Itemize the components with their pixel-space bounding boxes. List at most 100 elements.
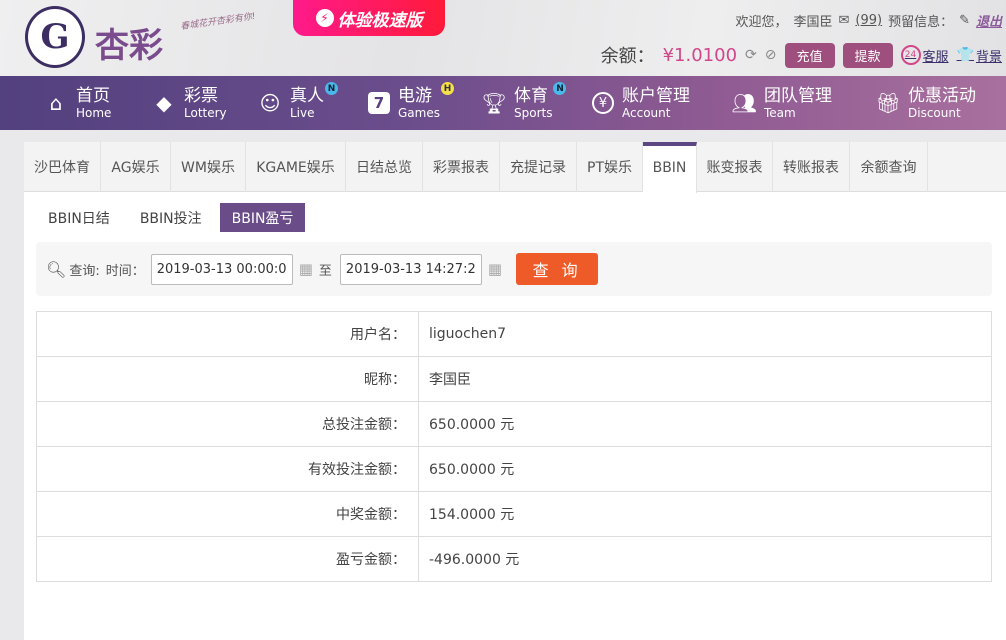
background-label: 背景 xyxy=(975,49,1002,65)
dealer-icon: ☺ xyxy=(259,91,281,115)
nav-sublabel: Account xyxy=(622,105,671,120)
table-row: 总投注金额： 650.0000 元 xyxy=(36,401,992,447)
row-value: 650.0000 元 xyxy=(418,401,992,447)
badge-n: N xyxy=(325,82,338,95)
yen-coin-icon: ¥ xyxy=(592,92,614,114)
query-button[interactable]: 查 询 xyxy=(516,253,599,285)
logo-text: 杏彩 xyxy=(95,26,163,66)
hide-eye-icon[interactable]: ⊘ xyxy=(765,47,777,63)
recharge-button[interactable]: 充值 xyxy=(784,42,835,68)
speed-version-button[interactable]: ⚡ 体验极速版 xyxy=(293,0,445,36)
logout-link[interactable]: 退出 xyxy=(976,11,1002,30)
nav-item-sports[interactable]: 🏆︎ 体育 Sports N xyxy=(481,76,567,130)
shirt-icon: 👕 xyxy=(956,47,974,63)
nav-label: 体育 xyxy=(514,85,548,106)
main-nav: ⌂ 首页 Home ◆ 彩票 Lottery ☺ 真人 Live N 7 电游 Games H 🏆︎ 体育 Sp… xyxy=(0,76,1006,130)
nav-label: 电游 xyxy=(398,85,432,106)
nav-item-account[interactable]: ¥ 账户管理 Account xyxy=(592,76,690,130)
withdraw-button[interactable]: 提款 xyxy=(842,42,893,68)
mail-icon[interactable]: ✉ xyxy=(838,13,849,28)
table-row: 用户名： liguochen7 xyxy=(36,311,992,357)
tab-4[interactable]: 日结总览 xyxy=(346,142,423,192)
report-tabs: 沙巴体育 AG娱乐 WM娱乐 KGAME娱乐 日结总览 彩票报表 充提记录 PT娱乐 BBIN 账… xyxy=(24,142,1006,193)
row-label: 总投注金额： xyxy=(36,401,419,447)
logo[interactable]: G xyxy=(25,6,85,68)
nav-item-games[interactable]: 7 电游 Games H xyxy=(368,76,454,130)
tab-9[interactable]: 账变报表 xyxy=(697,142,773,192)
subtab-2[interactable]: BBIN盈亏 xyxy=(219,203,306,232)
nav-item-live[interactable]: ☺ 真人 Live N xyxy=(258,76,338,130)
refresh-icon[interactable]: ⟳ xyxy=(745,47,757,63)
nav-label: 真人 xyxy=(290,85,324,106)
username: 李国臣 xyxy=(793,15,833,30)
time-label: 时间： xyxy=(105,263,145,279)
nav-label: 彩票 xyxy=(184,85,218,106)
table-row: 中奖金额： 154.0000 元 xyxy=(36,491,992,537)
nav-sublabel: Discount xyxy=(908,105,961,120)
reserved-info-label: 预留信息： xyxy=(888,15,954,30)
tab-10[interactable]: 转账报表 xyxy=(773,142,850,192)
speed-label: 体验极速版 xyxy=(337,10,423,31)
row-label: 昵称： xyxy=(36,356,419,402)
row-label: 有效投注金额： xyxy=(36,446,419,492)
subtab-0[interactable]: BBIN日结 xyxy=(36,203,122,232)
gift-icon: 🎁︎ xyxy=(875,91,901,115)
tab-2[interactable]: WM娱乐 xyxy=(171,142,246,192)
calendar-icon[interactable]: ▦ xyxy=(299,260,313,278)
mail-count-link[interactable]: (99) xyxy=(855,13,882,28)
content-panel: 沙巴体育 AG娱乐 WM娱乐 KGAME娱乐 日结总览 彩票报表 充提记录 PT娱乐 BBIN 账… xyxy=(24,142,1006,640)
edit-icon[interactable]: ✎ xyxy=(959,13,970,28)
tab-8[interactable]: BBIN xyxy=(643,142,697,193)
tab-6[interactable]: 充提记录 xyxy=(500,142,577,192)
query-bar: 🔍︎ 查询: 时间： ▦ 至 ▦ 查 询 xyxy=(36,242,992,296)
nav-item-lottery[interactable]: ◆ 彩票 Lottery xyxy=(152,76,227,130)
row-label: 用户名： xyxy=(36,311,419,357)
end-time-input[interactable] xyxy=(339,253,482,285)
nav-sublabel: Team xyxy=(764,105,796,120)
nav-item-discount[interactable]: 🎁︎ 优惠活动 Discount xyxy=(875,76,976,130)
row-label: 盈亏金额： xyxy=(36,536,419,582)
nav-label: 优惠活动 xyxy=(908,85,976,106)
tab-0[interactable]: 沙巴体育 xyxy=(24,142,101,192)
nav-label: 账户管理 xyxy=(622,85,690,106)
badge-h: H xyxy=(440,82,454,95)
table-row: 有效投注金额： 650.0000 元 xyxy=(36,446,992,492)
team-icon: 👥︎ xyxy=(731,91,757,115)
nav-sublabel: Sports xyxy=(514,105,553,120)
balance-label: 余额： xyxy=(600,46,655,67)
tab-7[interactable]: PT娱乐 xyxy=(577,142,643,192)
slot-7-icon: 7 xyxy=(368,92,390,114)
badge-n: N xyxy=(553,82,567,95)
tab-5[interactable]: 彩票报表 xyxy=(423,142,500,192)
service-label: 客服 xyxy=(922,49,949,65)
result-table: 用户名： liguochen7 昵称： 李国臣 总投注金额： 650.0000 元有效投注… xyxy=(36,311,992,582)
start-time-input[interactable] xyxy=(150,253,293,285)
sub-tabs: BBIN日结 BBIN投注 BBIN盈亏 xyxy=(36,203,306,232)
nav-item-home[interactable]: ⌂ 首页 Home xyxy=(44,76,112,130)
nav-label: 团队管理 xyxy=(764,85,832,106)
balance-value: ¥1.0100 xyxy=(662,44,738,66)
support-24-icon: 24 xyxy=(900,45,921,65)
nav-sublabel: Lottery xyxy=(184,105,227,120)
lightning-icon: ⚡ xyxy=(315,9,334,27)
query-label: 查询: xyxy=(69,263,100,279)
trophy-icon: 🏆︎ xyxy=(481,91,507,115)
nav-sublabel: Games xyxy=(398,105,440,120)
service-link[interactable]: 24 客服 xyxy=(900,45,949,65)
row-value: 154.0000 元 xyxy=(418,491,992,537)
calendar-icon[interactable]: ▦ xyxy=(488,260,502,278)
ticket-icon: ◆ xyxy=(156,91,172,115)
header: G 杏彩 春城花开杏彩有你! ⚡ 体验极速版 欢迎您， 李国臣 ✉ (99) 预留… xyxy=(0,0,1006,76)
to-label: 至 xyxy=(318,263,332,279)
subtab-1[interactable]: BBIN投注 xyxy=(128,203,214,232)
nav-sublabel: Live xyxy=(290,105,315,120)
row-label: 中奖金额： xyxy=(36,491,419,537)
user-info: 欢迎您， 李国臣 ✉ (99) 预留信息： ✎ 退出 xyxy=(735,11,1002,30)
home-icon: ⌂ xyxy=(49,91,63,115)
tab-1[interactable]: AG娱乐 xyxy=(101,142,171,192)
background-link[interactable]: 👕 背景 xyxy=(957,46,1002,65)
tab-11[interactable]: 余额查询 xyxy=(850,142,928,192)
table-row: 盈亏金额： -496.0000 元 xyxy=(36,536,992,582)
tab-3[interactable]: KGAME娱乐 xyxy=(246,142,346,192)
nav-item-team[interactable]: 👥︎ 团队管理 Team xyxy=(731,76,832,130)
